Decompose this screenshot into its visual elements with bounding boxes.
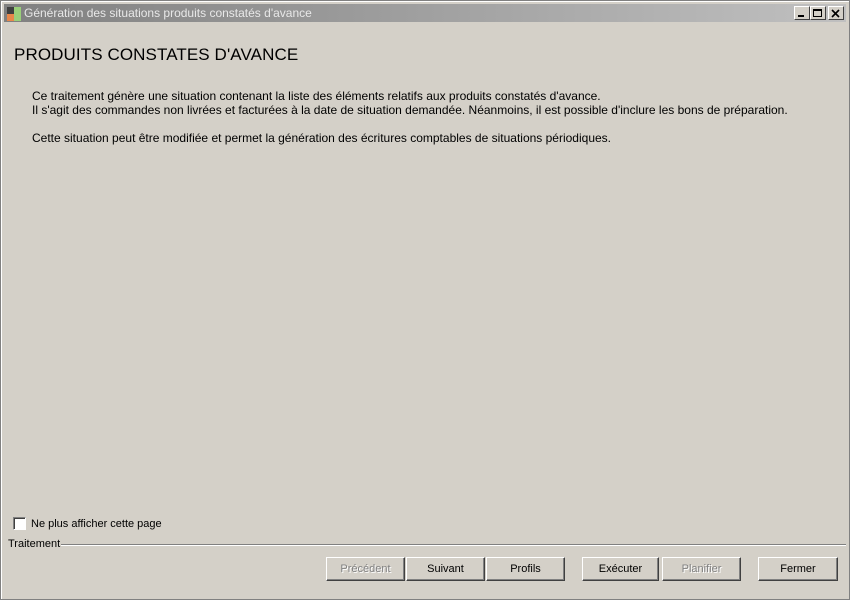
description-line-2: Il s'agit des commandes non livrées et f… [32,103,788,117]
window-title: Génération des situations produits const… [24,6,312,20]
title-bar[interactable]: Génération des situations produits const… [4,4,846,22]
wizard-window: Génération des situations produits const… [0,0,850,600]
close-button[interactable]: Fermer [758,557,838,581]
previous-button[interactable]: Précédent [326,557,405,581]
dont-show-option[interactable]: Ne plus afficher cette page [13,517,162,530]
maximize-icon [813,9,822,17]
close-icon [831,9,840,18]
schedule-button-label: Planifier [681,563,722,575]
execute-button[interactable]: Exécuter [582,557,659,581]
next-button[interactable]: Suivant [406,557,485,581]
previous-button-label: Précédent [340,563,391,575]
maximize-button[interactable] [810,6,826,20]
description-line-1: Ce traitement génère une situation conte… [32,89,601,103]
profiles-button-label: Profils [510,563,541,575]
dont-show-label[interactable]: Ne plus afficher cette page [31,518,162,530]
group-label: Traitement [8,538,61,550]
close-button-label: Fermer [780,563,816,575]
minimize-button[interactable] [794,6,810,20]
app-icon [7,7,21,21]
execute-button-label: Exécuter [598,563,643,575]
dont-show-checkbox[interactable] [13,517,26,530]
schedule-button[interactable]: Planifier [662,557,741,581]
page-title: PRODUITS CONSTATES D'AVANCE [14,45,299,64]
minimize-icon [798,15,804,17]
close-window-button[interactable] [828,6,844,20]
next-button-label: Suivant [427,563,464,575]
group-divider [61,544,846,546]
description-line-3: Cette situation peut être modifiée et pe… [32,131,611,145]
profiles-button[interactable]: Profils [486,557,565,581]
